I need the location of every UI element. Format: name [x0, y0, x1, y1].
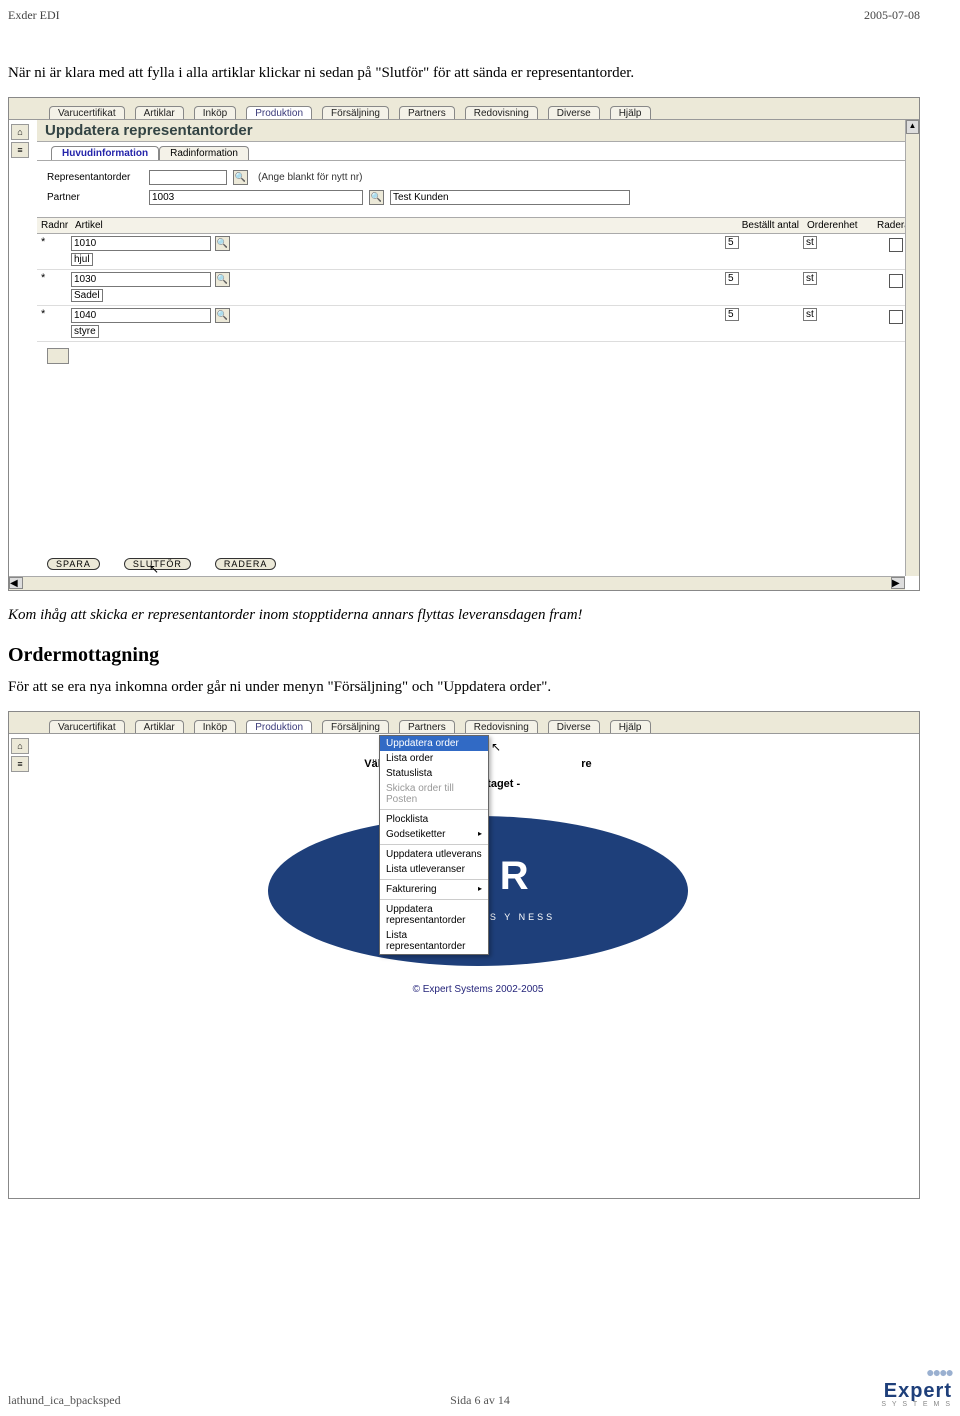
- qty-input[interactable]: 5: [725, 236, 739, 249]
- tab-hjälp[interactable]: Hjälp: [610, 106, 651, 119]
- rep-input[interactable]: [149, 170, 227, 185]
- partner-lookup-icon[interactable]: 🔍: [369, 190, 384, 205]
- tab-varucertifikat[interactable]: Varucertifikat: [49, 720, 125, 733]
- row-marker: *: [37, 272, 71, 284]
- delete-checkbox[interactable]: [889, 238, 903, 252]
- list-icon[interactable]: ≡: [11, 142, 29, 158]
- horizontal-scrollbar[interactable]: ◀▶: [9, 576, 905, 590]
- tab-produktion[interactable]: Produktion: [246, 106, 312, 119]
- menu-item[interactable]: Statuslista: [380, 766, 488, 781]
- partner-name-display: Test Kunden: [390, 190, 630, 205]
- tab-artiklar[interactable]: Artiklar: [135, 106, 184, 119]
- grid-header: Radnr Artikel Beställt antal Orderenhet …: [37, 217, 919, 234]
- delete-checkbox[interactable]: [889, 310, 903, 324]
- tab-diverse[interactable]: Diverse: [548, 720, 600, 733]
- tab-inköp[interactable]: Inköp: [194, 106, 236, 119]
- add-row-icon[interactable]: [47, 348, 69, 364]
- paragraph-1: När ni är klara med att fylla i alla art…: [8, 63, 920, 83]
- rep-label: Representantorder: [47, 172, 143, 183]
- paragraph-3: För att se era nya inkomna order går ni …: [8, 677, 920, 697]
- partner-input[interactable]: 1003: [149, 190, 363, 205]
- table-row: *1010 🔍 hjul 5 st: [37, 234, 919, 270]
- partner-label: Partner: [47, 192, 143, 203]
- tab-redovisning[interactable]: Redovisning: [465, 106, 538, 119]
- tab-försäljning[interactable]: Försäljning: [322, 106, 389, 119]
- menu-item[interactable]: Plocklista: [380, 812, 488, 827]
- col-orderenhet: Orderenhet: [803, 218, 873, 233]
- tab-redovisning[interactable]: Redovisning: [465, 720, 538, 733]
- table-row: *1040 🔍 styre 5 st: [37, 306, 919, 342]
- col-artikel: Artikel: [71, 218, 725, 233]
- unit-input[interactable]: st: [803, 308, 817, 321]
- menu-item[interactable]: Uppdatera utleverans: [380, 847, 488, 862]
- col-radnr: Radnr: [37, 218, 71, 233]
- artikel-input[interactable]: 1030: [71, 272, 211, 287]
- unit-input[interactable]: st: [803, 236, 817, 249]
- tab-varucertifikat[interactable]: Varucertifikat: [49, 106, 125, 119]
- paragraph-2: Kom ihåg att skicka er representantorder…: [8, 605, 920, 625]
- tab-försäljning[interactable]: Försäljning: [322, 720, 389, 733]
- menu-item[interactable]: Lista order: [380, 751, 488, 766]
- footer-page-number: Sida 6 av 14: [8, 1393, 952, 1408]
- tab-produktion[interactable]: Produktion: [246, 720, 312, 733]
- copyright-text: © Expert Systems 2002-2005: [37, 984, 919, 995]
- forsaljning-dropdown: Uppdatera orderLista orderStatuslistaSki…: [379, 735, 489, 955]
- artikel-input[interactable]: 1040: [71, 308, 211, 323]
- artikel-desc-input[interactable]: styre: [71, 325, 99, 338]
- row-marker: *: [37, 308, 71, 320]
- col-bestallt: Beställt antal: [725, 218, 803, 233]
- rep-lookup-icon[interactable]: 🔍: [233, 170, 248, 185]
- subtab-rad[interactable]: Radinformation: [159, 146, 249, 160]
- list-icon[interactable]: ≡: [11, 756, 29, 772]
- delete-checkbox[interactable]: [889, 274, 903, 288]
- tab-hjälp[interactable]: Hjälp: [610, 720, 651, 733]
- qty-input[interactable]: 5: [725, 272, 739, 285]
- screenshot-menu: Varucertifikat Artiklar Inköp Produktion För…: [8, 711, 920, 1199]
- table-row: *1030 🔍 Sadel 5 st: [37, 270, 919, 306]
- artikel-lookup-icon[interactable]: 🔍: [215, 272, 230, 287]
- left-toolbar-1: ⌂ ≡: [11, 122, 35, 160]
- menu-item[interactable]: Uppdatera representantorder: [380, 902, 488, 928]
- main-tab-strip-1: Varucertifikat Artiklar Inköp Produktion För…: [9, 98, 919, 120]
- done-button[interactable]: SLUTFÖR: [124, 558, 191, 570]
- doc-title: Exder EDI: [8, 8, 60, 23]
- rep-hint: (Ange blankt för nytt nr): [258, 172, 363, 183]
- row-marker: *: [37, 236, 71, 248]
- menu-item[interactable]: Lista utleveranser: [380, 862, 488, 877]
- doc-date: 2005-07-08: [864, 8, 920, 23]
- artikel-lookup-icon[interactable]: 🔍: [215, 308, 230, 323]
- menu-item: Skicka order till Posten: [380, 781, 488, 807]
- cursor-icon: ↖: [491, 740, 501, 754]
- tab-diverse[interactable]: Diverse: [548, 106, 600, 119]
- artikel-lookup-icon[interactable]: 🔍: [215, 236, 230, 251]
- main-tab-strip-2: Varucertifikat Artiklar Inköp Produktion För…: [9, 712, 919, 734]
- tab-partners[interactable]: Partners: [399, 106, 455, 119]
- home-icon[interactable]: ⌂: [11, 124, 29, 140]
- tab-artiklar[interactable]: Artiklar: [135, 720, 184, 733]
- save-button[interactable]: SPARA: [47, 558, 100, 570]
- artikel-desc-input[interactable]: hjul: [71, 253, 93, 266]
- tab-partners[interactable]: Partners: [399, 720, 455, 733]
- qty-input[interactable]: 5: [725, 308, 739, 321]
- tab-inköp[interactable]: Inköp: [194, 720, 236, 733]
- subtab-huvud[interactable]: Huvudinformation: [51, 146, 159, 160]
- menu-item[interactable]: Fakturering: [380, 882, 488, 897]
- delete-button[interactable]: RADERA: [215, 558, 277, 570]
- artikel-desc-input[interactable]: Sadel: [71, 289, 103, 302]
- artikel-input[interactable]: 1010: [71, 236, 211, 251]
- left-toolbar-2: ⌂ ≡: [11, 736, 35, 774]
- menu-item[interactable]: Lista representantorder: [380, 928, 488, 954]
- menu-item[interactable]: Uppdatera order: [380, 736, 488, 751]
- vertical-scrollbar[interactable]: ▲: [905, 120, 919, 576]
- page-footer: lathund_ica_bpacksped Sida 6 av 14 ●●●● …: [8, 1364, 952, 1408]
- section-title: Uppdatera representantorder: [37, 120, 919, 142]
- home-icon[interactable]: ⌂: [11, 738, 29, 754]
- menu-item[interactable]: Godsetiketter: [380, 827, 488, 842]
- heading-ordermottagning: Ordermottagning: [8, 644, 920, 667]
- screenshot-repr-order: Varucertifikat Artiklar Inköp Produktion För…: [8, 97, 920, 591]
- unit-input[interactable]: st: [803, 272, 817, 285]
- subtab-strip: Huvudinformation Radinformation: [51, 146, 919, 160]
